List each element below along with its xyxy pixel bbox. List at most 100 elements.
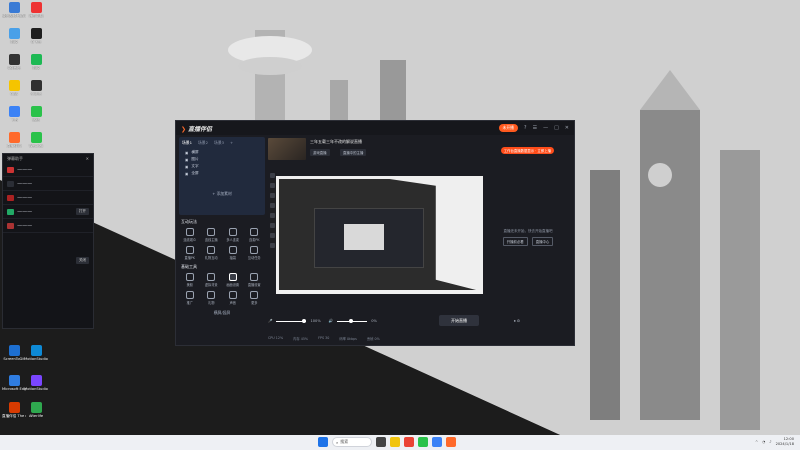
- desktop-icon[interactable]: 微信: [24, 106, 48, 122]
- guide-button[interactable]: 开播前必看: [502, 237, 528, 246]
- chrome-icon[interactable]: [404, 437, 414, 447]
- desktop-icon[interactable]: 剪映: [2, 28, 26, 44]
- tool-item[interactable]: 直播PK: [179, 246, 201, 260]
- tool-icon[interactable]: [269, 173, 275, 178]
- tool-item[interactable]: 多人连麦: [222, 228, 244, 242]
- tool-item[interactable]: 连线观众: [179, 228, 201, 242]
- notice-banner[interactable]: 工作台直播数据显示 · 立即上播: [500, 147, 554, 154]
- desktop-icon[interactable]: 小红书: [24, 80, 48, 96]
- beauty-icon: [185, 273, 194, 281]
- status-bar: CPU 12% 内存 45% FPS 30 码率 0kbps 丢帧 0%: [268, 336, 380, 341]
- desktop-icon[interactable]: MotionStudio: [24, 375, 48, 391]
- start-live-button[interactable]: 开始直播: [439, 315, 479, 326]
- desktop-icon[interactable]: QQ音乐: [2, 54, 26, 70]
- tool-icon[interactable]: [269, 203, 275, 208]
- maximize-icon[interactable]: □: [554, 125, 559, 131]
- tag-chip[interactable]: 直播中的主播: [340, 149, 367, 156]
- help-icon[interactable]: ?: [524, 125, 527, 131]
- live-preview[interactable]: [276, 176, 483, 294]
- tool-item[interactable]: 直播设置: [244, 273, 266, 287]
- tool-item[interactable]: 福袋: [222, 246, 244, 260]
- tool-icon[interactable]: [269, 243, 275, 248]
- section-title: 互动玩法: [181, 219, 197, 224]
- tool-item[interactable]: 美颜: [179, 273, 201, 287]
- source-item[interactable]: ▣ 图片: [182, 156, 262, 163]
- center-button[interactable]: 直播中心: [531, 237, 554, 246]
- cover-thumbnail[interactable]: [268, 138, 306, 160]
- source-item[interactable]: ▣ 全屏: [182, 170, 262, 177]
- list-item[interactable]: ———: [3, 163, 93, 177]
- close-icon[interactable]: ✕: [86, 156, 89, 161]
- desktop-icon[interactable]: MotionStudio: [24, 345, 48, 361]
- desktop-icon[interactable]: Afterlife: [24, 402, 48, 418]
- record-icon[interactable]: ⏺ ⚙: [514, 319, 520, 323]
- desktop-icon[interactable]: OBS: [2, 80, 26, 96]
- desktop-icon[interactable]: 飞书: [2, 106, 26, 122]
- desktop-icon[interactable]: Microsoft Edge: [2, 375, 26, 391]
- tool-item[interactable]: 声音: [222, 291, 244, 305]
- tool-item[interactable]: 画面设置: [222, 273, 244, 287]
- mic-icon[interactable]: 🎤: [268, 319, 272, 323]
- tool-item[interactable]: 虚拟背景: [201, 273, 223, 287]
- wifi-icon[interactable]: ◔: [762, 440, 765, 444]
- room-title[interactable]: 三年五载三年不改的解说直播: [310, 139, 362, 145]
- open-button[interactable]: 打开: [76, 208, 89, 215]
- tool-item[interactable]: 礼物: [201, 291, 223, 305]
- wechat-icon[interactable]: [418, 437, 428, 447]
- speaker-slider[interactable]: [337, 318, 368, 323]
- desktop-icon[interactable]: 直播伴侣: [2, 132, 26, 148]
- desktop-icon[interactable]: WeChat: [24, 132, 48, 148]
- folder-icon[interactable]: [390, 437, 400, 447]
- chevron-up-icon[interactable]: ^: [755, 440, 758, 444]
- live-companion-icon[interactable]: [446, 437, 456, 447]
- tool-item[interactable]: 互动任务: [244, 246, 266, 260]
- layer-icon: ▣: [185, 150, 189, 155]
- system-tray: ^ ◔ ♪ 12:00 2024/1/18: [755, 437, 794, 447]
- list-item[interactable]: ——— 打开: [3, 205, 93, 219]
- tool-item[interactable]: 连麦PK: [244, 228, 266, 242]
- desktop-icon[interactable]: 直播伴侣 The recording: [2, 402, 26, 418]
- speaker-icon[interactable]: 🔊: [329, 319, 333, 323]
- list-item[interactable]: ———: [3, 177, 93, 191]
- desktop-icon[interactable]: Q飞书: [24, 28, 48, 44]
- pk-icon: [185, 246, 194, 254]
- tab-scene-1[interactable]: 场景1: [182, 140, 192, 146]
- titlebar: ❯ 直播伴侣 未开播 ? ☰ — □ ✕: [176, 121, 574, 135]
- task-view-icon[interactable]: [376, 437, 386, 447]
- tab-scene-2[interactable]: 场景2: [198, 140, 208, 146]
- search-input[interactable]: ⌕ 搜索: [332, 437, 372, 447]
- tool-item[interactable]: 连线主播: [201, 228, 223, 242]
- chat-footer: 关闭: [3, 253, 93, 267]
- tool-icon[interactable]: [269, 213, 275, 218]
- tool-icon[interactable]: [269, 193, 275, 198]
- clock[interactable]: 12:00 2024/1/18: [776, 437, 794, 447]
- minimize-icon[interactable]: —: [543, 125, 548, 131]
- tab-scene-3[interactable]: 场景3: [214, 140, 224, 146]
- ratio-toggle[interactable]: 横屏/竖屏: [179, 310, 265, 316]
- tool-icon[interactable]: [269, 183, 275, 188]
- close-button[interactable]: 关闭: [76, 256, 89, 264]
- left-column: 场景1 场景2 场景3 + ▣ 横屏 ▣ 图片 ▣ 文字 ▣ 全屏 + 添加素材 互动玩…: [179, 137, 265, 345]
- mic-slider[interactable]: [276, 318, 307, 323]
- tool-icon[interactable]: [269, 223, 275, 228]
- add-source-button[interactable]: + 添加素材: [182, 191, 262, 197]
- close-icon[interactable]: ✕: [565, 125, 569, 131]
- feishu-icon[interactable]: [432, 437, 442, 447]
- desktop-icon[interactable]: ScreenToGif: [2, 345, 26, 361]
- volume-icon[interactable]: ♪: [769, 440, 771, 444]
- menu-icon[interactable]: ☰: [533, 125, 537, 131]
- tool-item[interactable]: 更多: [244, 291, 266, 305]
- source-item[interactable]: ▣ 文字: [182, 163, 262, 170]
- desktop-icon[interactable]: 微信视频号助手 · 直播: [2, 2, 26, 18]
- desktop-icon[interactable]: 剪映: [24, 54, 48, 70]
- source-item[interactable]: ▣ 横屏: [182, 149, 262, 156]
- tool-icon[interactable]: [269, 233, 275, 238]
- tool-item[interactable]: 推广: [179, 291, 201, 305]
- add-scene-button[interactable]: +: [230, 140, 233, 146]
- list-item[interactable]: ———: [3, 191, 93, 205]
- start-icon[interactable]: [318, 437, 328, 447]
- tool-item[interactable]: 礼物互动: [201, 246, 223, 260]
- desktop-icon[interactable]: 我的电脑: [24, 2, 48, 18]
- category-chip[interactable]: 游戏直播: [310, 149, 330, 156]
- list-item[interactable]: ———: [3, 219, 93, 233]
